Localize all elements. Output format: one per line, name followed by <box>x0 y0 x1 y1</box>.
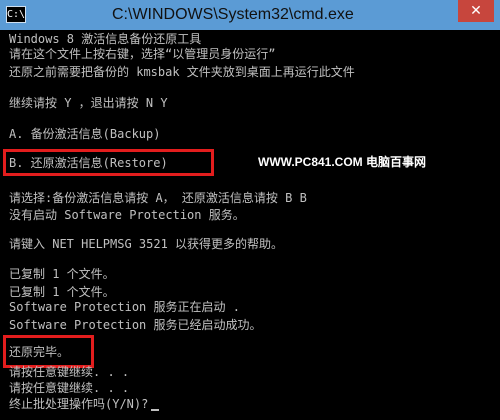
close-icon: ✕ <box>470 3 482 19</box>
console-output[interactable]: Windows 8 激活信息备份还原工具 请在这个文件上按右键，选择“以管理员身… <box>0 30 500 420</box>
console-line: 请键入 NET HELPMSG 3521 以获得更多的帮助。 <box>9 237 284 251</box>
console-prompt-line[interactable]: 终止批处理操作吗(Y/N)? <box>9 395 160 413</box>
cmd-window: C:\ C:\WINDOWS\System32\cmd.exe ✕ Window… <box>0 0 500 420</box>
console-line: 请在这个文件上按右键，选择“以管理员身份运行” <box>9 47 276 61</box>
console-line: A. 备份激活信息(Backup) <box>9 127 161 141</box>
console-line: 还原之前需要把备份的 kmsbak 文件夹放到桌面上再运行此文件 <box>9 65 355 79</box>
console-line: 还原完毕。 <box>9 345 70 359</box>
cmd-app-icon[interactable]: C:\ <box>6 6 26 23</box>
console-line: Software Protection 服务正在启动 . <box>9 300 240 314</box>
console-line: 已复制 1 个文件。 <box>9 267 115 281</box>
close-button[interactable]: ✕ <box>458 0 494 22</box>
console-line: 继续请按 Y ，退出请按 N Y <box>9 96 168 110</box>
console-line: B. 还原激活信息(Restore) <box>9 156 168 170</box>
window-title: C:\WINDOWS\System32\cmd.exe <box>112 6 354 23</box>
console-line: Software Protection 服务已经启动成功。 <box>9 318 262 332</box>
watermark-text: WWW.PC841.COM 电脑百事网 <box>258 155 427 169</box>
console-line: 请选择:备份激活信息请按 A， 还原激活信息请按 B B <box>9 191 307 205</box>
prompt-text: 终止批处理操作吗(Y/N)? <box>9 397 149 411</box>
text-cursor <box>151 409 160 411</box>
title-bar[interactable]: C:\ C:\WINDOWS\System32\cmd.exe ✕ <box>0 0 500 30</box>
console-line: 没有启动 Software Protection 服务。 <box>9 208 245 222</box>
